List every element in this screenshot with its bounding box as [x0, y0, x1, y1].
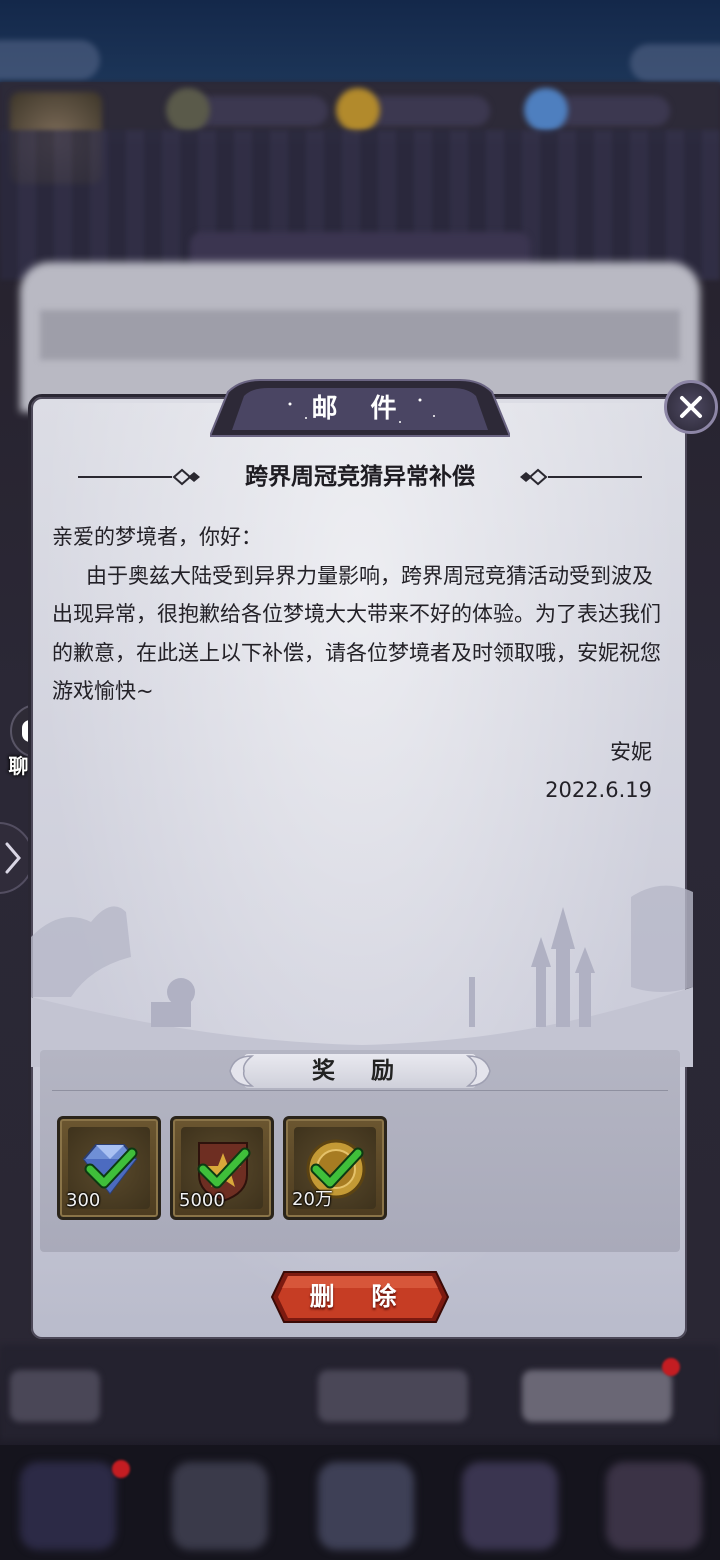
item-count: 20万 [292, 1189, 333, 1210]
close-button[interactable] [664, 380, 718, 434]
ornament-right-icon [520, 468, 642, 486]
bg-button [522, 1370, 672, 1422]
mail-list-row [40, 310, 680, 360]
nav-item [318, 1462, 414, 1550]
notification-dot [662, 1358, 680, 1376]
reward-title: 奖 励 [311, 1057, 408, 1084]
item-count: 300 [66, 1190, 101, 1211]
mail-signature-block: 安妮 2022.6.19 [545, 733, 652, 809]
nav-item [462, 1462, 558, 1550]
reward-item-gold-coin[interactable]: 20万 [283, 1116, 387, 1220]
delete-button[interactable]: 删 除 [270, 1270, 450, 1324]
coin-icon [336, 88, 380, 132]
dialog-header: 邮 件 [210, 374, 510, 438]
bg-button [318, 1370, 468, 1422]
nav-item [20, 1462, 116, 1550]
reward-divider [52, 1090, 668, 1091]
item-count: 5000 [179, 1190, 225, 1211]
sky [0, 0, 720, 82]
trophy-icon [166, 88, 210, 132]
delete-label: 删 除 [309, 1282, 411, 1311]
reward-header: 奖 励 [226, 1052, 494, 1090]
nav-item [172, 1462, 268, 1550]
mail-signature: 安妮 [610, 740, 652, 764]
notification-dot [112, 1460, 130, 1478]
cloud [630, 44, 720, 82]
mail-paragraph: 由于奥兹大陆受到异界力量影响，跨界周冠竞猜活动受到波及出现异常，很抱歉给各位梦境… [52, 563, 661, 704]
castle-silhouette [31, 885, 693, 1067]
reward-item-star-badge[interactable]: 5000 [170, 1116, 274, 1220]
diamond-icon [524, 88, 568, 132]
mail-subject-row: 跨界周冠竞猜异常补偿 [64, 460, 656, 494]
cloud [0, 40, 100, 80]
close-icon [680, 396, 702, 418]
mail-greeting: 亲爱的梦境者，你好： [52, 525, 262, 549]
mail-date: 2022.6.19 [545, 778, 652, 802]
chevron-right-icon [5, 842, 21, 874]
dialog-title: 邮 件 [311, 393, 409, 424]
mail-body: 亲爱的梦境者，你好： 由于奥兹大陆受到异界力量影响，跨界周冠竞猜活动受到波及出现… [52, 518, 664, 711]
back-button [10, 1370, 100, 1422]
reward-item-diamond[interactable]: 300 [57, 1116, 161, 1220]
nav-item [606, 1462, 702, 1550]
